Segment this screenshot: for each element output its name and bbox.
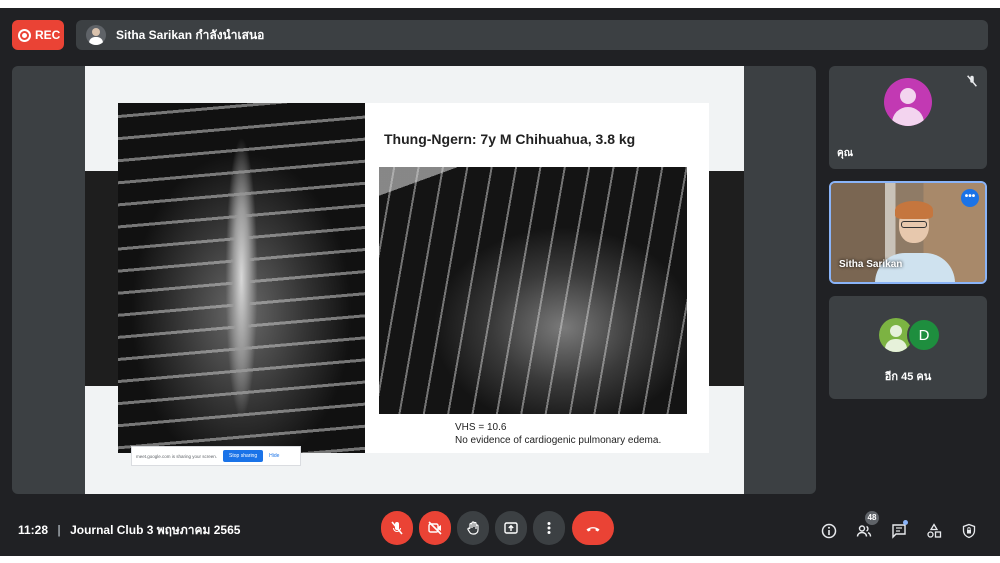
participant-avatars: D — [879, 318, 943, 354]
hide-banner-link[interactable]: Hide — [269, 453, 279, 459]
record-icon — [18, 28, 31, 42]
present-icon — [504, 522, 518, 534]
people-icon — [856, 525, 872, 537]
presenter-glasses — [901, 221, 927, 228]
presenter-hair — [895, 201, 933, 219]
mic-off-icon — [965, 74, 979, 88]
info-icon — [821, 523, 837, 539]
raise-hand-icon — [467, 521, 479, 535]
presenter-tile[interactable]: ••• Sitha Sarikan — [829, 181, 987, 284]
present-button[interactable] — [495, 511, 527, 545]
self-avatar — [884, 78, 932, 126]
chat-unread-dot — [903, 520, 908, 525]
info-button[interactable] — [819, 521, 839, 541]
camera-off-icon — [428, 521, 442, 535]
shared-slide: Thung-Ngern: 7y M Chihuahua, 3.8 kg VHS … — [85, 66, 744, 494]
chat-icon — [892, 524, 906, 539]
presenter-name: Sitha Sarikan — [839, 259, 903, 270]
people-count-badge: 48 — [865, 511, 879, 525]
raise-hand-button[interactable] — [457, 511, 489, 545]
activities-button[interactable] — [924, 521, 944, 541]
host-controls-icon — [962, 523, 976, 539]
meet-window: REC Sitha Sarikan กำลังนำเสนอ Thung-Nger… — [0, 8, 1000, 556]
host-controls-button[interactable] — [959, 521, 979, 541]
recording-badge: REC — [12, 20, 64, 50]
xray-ventrodorsal-image — [118, 103, 365, 453]
screen-share-banner: meet.google.com is sharing your screen. … — [131, 446, 301, 466]
rec-label: REC — [35, 28, 61, 42]
vhs-finding: VHS = 10.6 No evidence of cardiogenic pu… — [455, 421, 661, 447]
finding-line: No evidence of cardiogenic pulmonary ede… — [455, 435, 662, 446]
case-title: Thung-Ngern: 7y M Chihuahua, 3.8 kg — [384, 131, 636, 147]
camera-toggle-button[interactable] — [419, 511, 451, 545]
end-call-button[interactable] — [572, 511, 614, 545]
end-call-icon — [586, 527, 600, 532]
more-options-button[interactable] — [533, 511, 565, 545]
mic-toggle-button[interactable] — [381, 511, 413, 545]
participant-avatar-letter: D — [907, 318, 941, 352]
presenter-avatar — [86, 25, 106, 45]
stop-sharing-button[interactable]: Stop sharing — [223, 450, 264, 462]
more-participants-tile[interactable]: D อีก 45 คน — [829, 296, 987, 399]
current-time: 11:28 — [18, 523, 49, 537]
tile-more-options-icon[interactable]: ••• — [961, 189, 979, 207]
slide-content-card: Thung-Ngern: 7y M Chihuahua, 3.8 kg VHS … — [365, 103, 709, 453]
meeting-info: 11:28 | Journal Club 3 พฤษภาคม 2565 — [18, 521, 240, 540]
more-participants-label: อีก 45 คน — [884, 371, 932, 383]
self-tile[interactable]: คุณ — [829, 66, 987, 169]
vhs-line: VHS = 10.6 — [455, 422, 507, 433]
presenter-text: Sitha Sarikan กำลังนำเสนอ — [116, 27, 265, 42]
share-banner-text: meet.google.com is sharing your screen. — [136, 453, 218, 459]
meeting-title: Journal Club 3 พฤษภาคม 2565 — [70, 523, 241, 537]
xray-lateral-image — [379, 167, 687, 414]
presenting-banner: Sitha Sarikan กำลังนำเสนอ — [76, 20, 988, 50]
presentation-stage: Thung-Ngern: 7y M Chihuahua, 3.8 kg VHS … — [12, 66, 816, 494]
self-name: คุณ — [837, 148, 853, 159]
activities-icon — [927, 523, 942, 538]
more-options-icon — [547, 522, 551, 534]
separator: | — [57, 523, 61, 537]
mic-off-icon — [391, 521, 403, 535]
